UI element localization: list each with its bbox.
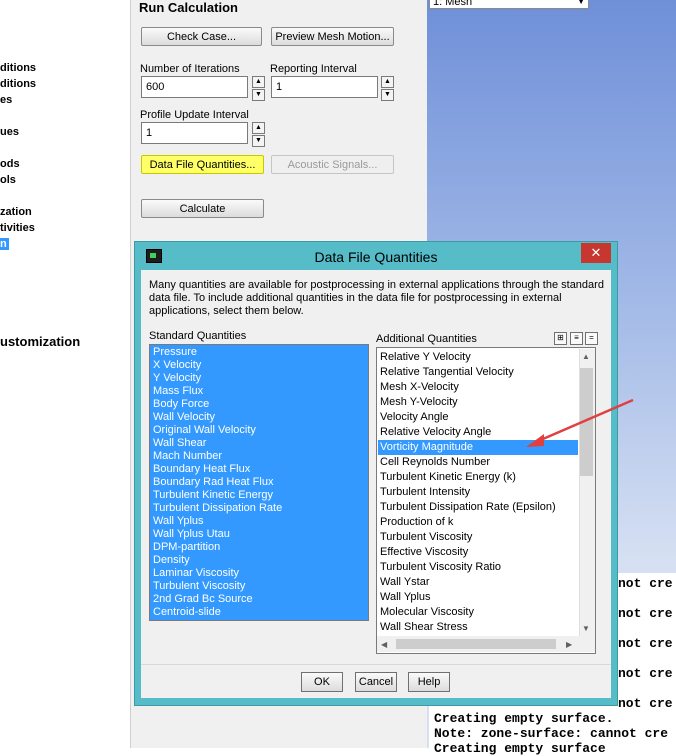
standard-quantity-item[interactable]: Mach Number (151, 450, 367, 463)
data-file-quantities-button[interactable]: Data File Quantities... (141, 155, 264, 174)
additional-quantity-item[interactable]: Turbulent Viscosity Ratio (378, 560, 578, 575)
console-line: not cre (618, 636, 673, 651)
spin-down-icon[interactable]: ▼ (252, 135, 265, 147)
close-button[interactable]: ✕ (581, 243, 611, 263)
reporting-spinner[interactable]: ▲ ▼ (381, 76, 394, 101)
select-all-icon[interactable]: ⊞ (554, 332, 567, 345)
console-line: not cre (618, 576, 673, 591)
standard-quantity-item[interactable]: Pressure (151, 346, 367, 359)
profile-update-label: Profile Update Interval (140, 109, 249, 121)
standard-quantities-label: Standard Quantities (149, 330, 247, 342)
tree-item[interactable]: es (0, 94, 12, 106)
tree-item-customization[interactable]: ustomization (0, 334, 80, 349)
tree-item[interactable]: ues (0, 126, 19, 138)
divider (141, 664, 611, 665)
standard-list-items: Pressure X Velocity Y Velocity Mass Flux Bod… (151, 346, 367, 619)
standard-quantity-item[interactable]: Mass Flux (151, 385, 367, 398)
additional-quantity-item[interactable]: Turbulent Dissipation Rate (Epsilon) (378, 500, 578, 515)
standard-quantity-item[interactable]: Density (151, 554, 367, 567)
console-line: Creating empty surface. (434, 711, 614, 726)
dialog-title: Data File Quantities (314, 249, 438, 265)
panel-title: Run Calculation (139, 0, 238, 15)
scroll-right-icon[interactable]: ▶ (566, 640, 572, 649)
spin-up-icon[interactable]: ▲ (381, 76, 394, 88)
scroll-up-icon[interactable]: ▲ (582, 352, 590, 361)
standard-quantity-item[interactable]: Y Velocity (151, 372, 367, 385)
chevron-down-icon: ▼ (577, 0, 585, 6)
dialog-description: Many quantities are available for postpr… (149, 279, 604, 317)
console-line: Note: zone-surface: cannot cre (434, 726, 669, 741)
additional-quantity-item[interactable]: Molecular Viscosity (378, 605, 578, 620)
annotation-arrow-icon (526, 398, 634, 447)
additional-quantity-item[interactable]: Wall Yplus (378, 590, 578, 605)
standard-quantity-item[interactable]: Wall Shear (151, 437, 367, 450)
additional-quantities-label: Additional Quantities (376, 333, 477, 345)
standard-quantity-item[interactable]: Wall Yplus (151, 515, 367, 528)
standard-quantity-item[interactable]: Original Wall Velocity (151, 424, 367, 437)
additional-quantity-item[interactable]: Turbulent Viscosity (378, 530, 578, 545)
standard-quantity-item[interactable]: Boundary Heat Flux (151, 463, 367, 476)
preview-mesh-motion-button[interactable]: Preview Mesh Motion... (271, 27, 394, 46)
tree-item[interactable]: ods (0, 158, 20, 170)
standard-quantity-item[interactable]: Turbulent Viscosity (151, 580, 367, 593)
reporting-interval-label: Reporting Interval (270, 63, 357, 75)
standard-quantity-item[interactable]: DPM-partition (151, 541, 367, 554)
standard-quantity-item[interactable]: Wall Velocity (151, 411, 367, 424)
standard-quantity-item[interactable]: Centroid-slide (151, 606, 367, 619)
profile-update-input[interactable]: 1 (141, 122, 248, 144)
standard-quantity-item[interactable]: Body Force (151, 398, 367, 411)
additional-quantity-item[interactable]: Wall Ystar (378, 575, 578, 590)
tree-item[interactable]: tivities (0, 222, 35, 234)
profile-spinner[interactable]: ▲ ▼ (252, 122, 265, 147)
standard-quantity-item[interactable]: Wall Yplus Utau (151, 528, 367, 541)
iterations-spinner[interactable]: ▲ ▼ (252, 76, 265, 101)
console-line: Creating empty surface (434, 741, 606, 756)
spin-down-icon[interactable]: ▼ (381, 89, 394, 101)
additional-quantity-item[interactable]: Wall Shear Stress (378, 620, 578, 635)
standard-quantity-item[interactable]: Turbulent Kinetic Energy (151, 489, 367, 502)
additional-quantity-item[interactable]: Turbulent Kinetic Energy (k) (378, 470, 578, 485)
scroll-down-icon[interactable]: ▼ (582, 624, 590, 633)
tree-item[interactable]: zation (0, 206, 32, 218)
tree-item[interactable]: ols (0, 174, 16, 186)
reporting-interval-input[interactable]: 1 (271, 76, 378, 98)
standard-quantity-item[interactable]: X Velocity (151, 359, 367, 372)
standard-quantity-item[interactable]: Turbulent Dissipation Rate (151, 502, 367, 515)
additional-quantity-item[interactable]: Effective Viscosity (378, 545, 578, 560)
horizontal-scroll-thumb[interactable] (396, 639, 556, 649)
ok-button[interactable]: OK (301, 672, 343, 692)
console-line: not cre (618, 666, 673, 681)
additional-quantity-item[interactable]: Relative Tangential Velocity (378, 365, 578, 380)
toggle-list-icon[interactable]: = (585, 332, 598, 345)
spin-up-icon[interactable]: ▲ (252, 122, 265, 134)
standard-quantity-item[interactable]: Boundary Rad Heat Flux (151, 476, 367, 489)
deselect-all-icon[interactable]: ≡ (570, 332, 583, 345)
additional-quantity-item[interactable]: Turbulent Intensity (378, 485, 578, 500)
standard-quantity-item[interactable]: Laminar Viscosity (151, 567, 367, 580)
navigation-tree: ditions ditions es ues ods ols zation ti… (0, 0, 130, 748)
tree-item[interactable]: ditions (0, 78, 36, 90)
scroll-left-icon[interactable]: ◀ (381, 640, 387, 649)
iterations-label: Number of Iterations (140, 63, 240, 75)
cancel-button[interactable]: Cancel (355, 672, 397, 692)
iterations-input[interactable]: 600 (141, 76, 248, 98)
standard-quantities-list[interactable]: Pressure X Velocity Y Velocity Mass Flux Bod… (149, 344, 369, 621)
console-line: not cre (618, 606, 673, 621)
check-case-button[interactable]: Check Case... (141, 27, 262, 46)
tree-item[interactable]: ditions (0, 62, 36, 74)
additional-quantity-item[interactable]: Production of k (378, 515, 578, 530)
tree-item-selected[interactable]: n (0, 238, 9, 250)
calculate-button[interactable]: Calculate (141, 199, 264, 218)
spin-up-icon[interactable]: ▲ (252, 76, 265, 88)
spin-down-icon[interactable]: ▼ (252, 89, 265, 101)
mesh-select[interactable]: 1: Mesh ▼ (429, 0, 589, 9)
acoustic-signals-button[interactable]: Acoustic Signals... (271, 155, 394, 174)
console-line: not cre (618, 696, 673, 711)
additional-quantity-item[interactable]: Relative Y Velocity (378, 350, 578, 365)
standard-quantity-item[interactable]: 2nd Grad Bc Source (151, 593, 367, 606)
help-button[interactable]: Help (408, 672, 450, 692)
mesh-select-value: 1: Mesh (433, 0, 473, 8)
